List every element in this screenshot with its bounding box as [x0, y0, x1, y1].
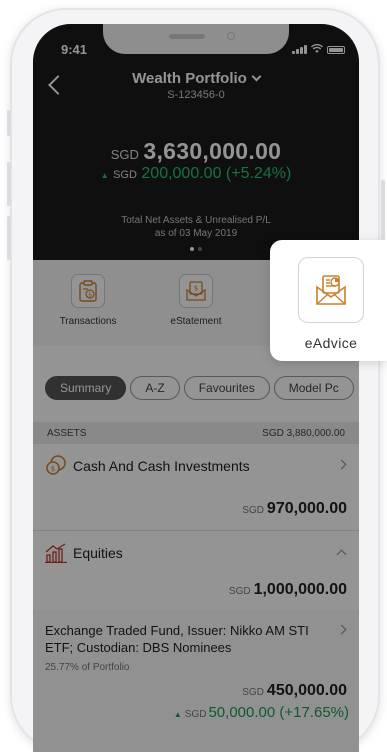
- page-dot-active: [190, 247, 194, 251]
- gain-currency: SGD: [113, 169, 137, 181]
- etf-gain-currency: SGD: [184, 709, 207, 720]
- portfolio-title[interactable]: Wealth Portfolio: [33, 70, 359, 87]
- etf-value: 450,000.00: [266, 682, 347, 699]
- chevron-down-icon: [251, 71, 262, 82]
- estatement-button[interactable]: $ eStatement: [151, 274, 241, 327]
- chevron-right-icon: [336, 459, 347, 470]
- etf-gain-value: 50,000.00 (+17.65%): [208, 704, 349, 721]
- volume-down-button: [7, 216, 11, 260]
- status-time: 9:41: [61, 42, 88, 57]
- estatement-icon: $: [179, 274, 213, 308]
- total-amount: 3,630,000.00: [143, 138, 282, 164]
- cash-row[interactable]: $ Cash And Cash Investments SGD 970,000.0…: [33, 444, 359, 530]
- gain-amount: 200,000.00 (+5.24%): [141, 165, 292, 182]
- notch: [103, 24, 289, 54]
- etf-amount: SGD 450,000.00: [242, 682, 347, 700]
- svg-text:$: $: [194, 285, 198, 293]
- assets-header: ASSETS SGD 3,880,000.00: [33, 422, 359, 444]
- chevron-right-icon: [336, 624, 347, 635]
- svg-text:$: $: [51, 465, 55, 473]
- speaker: [169, 34, 205, 39]
- total-currency: SGD: [110, 147, 139, 162]
- account-number: S-123456-0: [167, 89, 225, 101]
- etf-name: Exchange Traded Fund, Issuer: Nikko AM S…: [45, 623, 309, 655]
- total-value: SGD 3,630,000.00: [33, 138, 359, 165]
- equities-amount: SGD 1,000,000.00: [229, 581, 347, 599]
- equities-title: Equities: [73, 545, 123, 561]
- signal-icon: [292, 45, 307, 54]
- transactions-button[interactable]: $ Transactions: [43, 274, 133, 327]
- tab-summary[interactable]: Summary: [45, 376, 127, 400]
- portfolio-title-text: Wealth Portfolio: [132, 70, 247, 87]
- assets-total: SGD 3,880,000.00: [262, 428, 345, 439]
- etf-portfolio-percent: 25.77% of Portfolio: [45, 662, 130, 673]
- status-icons: [292, 44, 345, 54]
- mute-switch: [7, 110, 11, 136]
- portfolio-header: 9:41 Wealth Portfolio S-123456-0 SGD 3,6…: [33, 24, 359, 260]
- cash-title: Cash And Cash Investments: [73, 458, 250, 474]
- note-line-2: as of 03 May 2019: [154, 228, 238, 239]
- eadvice-label: eAdvice: [304, 335, 358, 351]
- wifi-icon: [311, 44, 323, 53]
- cash-value: 970,000.00: [266, 500, 347, 517]
- etf-gain: ▲ SGD 50,000.00 (+17.65%): [174, 704, 349, 721]
- etf-currency: SGD: [242, 687, 264, 698]
- svg-text:$: $: [88, 292, 92, 299]
- camera: [227, 32, 235, 40]
- coins-icon: $: [46, 455, 66, 475]
- tab-a-z[interactable]: A-Z: [130, 376, 180, 400]
- up-triangle-icon: ▲: [173, 710, 182, 719]
- transactions-label: Transactions: [59, 316, 117, 327]
- battery-icon: [327, 46, 345, 54]
- note-line-1: Total Net Assets & Unrealised P/L: [121, 215, 271, 226]
- valuation-note: Total Net Assets & Unrealised P/L as of …: [33, 214, 359, 240]
- up-triangle-icon: ▲: [100, 171, 109, 180]
- tab-model-portfolio[interactable]: Model Pc: [273, 376, 354, 400]
- app-screen: 9:41 Wealth Portfolio S-123456-0 SGD 3,6…: [33, 24, 359, 752]
- eadvice-icon: [298, 257, 364, 323]
- eadvice-tooltip[interactable]: eAdvice: [270, 240, 387, 361]
- equities-chart-icon: [45, 543, 67, 563]
- equities-row[interactable]: Equities SGD 1,000,000.00: [33, 531, 359, 610]
- transactions-icon: $: [71, 274, 105, 308]
- chevron-up-icon: [336, 549, 347, 560]
- equities-value: 1,000,000.00: [253, 581, 347, 598]
- etf-holding-row[interactable]: Exchange Traded Fund, Issuer: Nikko AM S…: [33, 610, 359, 752]
- power-button: [381, 180, 385, 240]
- unrealised-gain: ▲ SGD 200,000.00 (+5.24%): [33, 165, 359, 183]
- tab-favourites[interactable]: Favourites: [183, 376, 270, 400]
- assets-label: ASSETS: [47, 428, 87, 439]
- equities-currency: SGD: [228, 586, 251, 597]
- estatement-label: eStatement: [170, 316, 222, 327]
- cash-amount: SGD 970,000.00: [242, 500, 347, 518]
- view-tabs: Summary A-Z Favourites Model Pc: [45, 376, 358, 400]
- volume-up-button: [7, 162, 11, 206]
- cash-currency: SGD: [242, 505, 264, 516]
- page-dot: [198, 247, 202, 251]
